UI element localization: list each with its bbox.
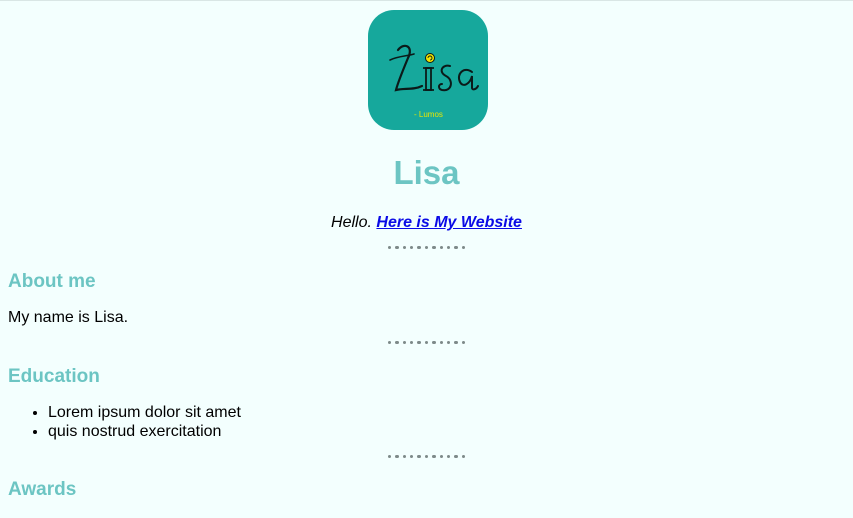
page-title: Lisa	[393, 154, 460, 191]
dotted-divider	[0, 455, 853, 461]
about-heading: About me	[8, 271, 96, 292]
dotted-divider	[0, 341, 853, 347]
education-list: Lorem ipsum dolor sit amet quis nostrud …	[8, 403, 241, 441]
awards-heading: Awards	[8, 479, 77, 500]
education-heading: Education	[8, 366, 100, 387]
logo-subtext: - Lumos	[414, 110, 443, 119]
list-item: quis nostrud exercitation	[48, 422, 241, 441]
tagline-text: Hello.	[331, 214, 372, 231]
site-logo: - Lumos	[368, 10, 488, 130]
about-text: My name is Lisa.	[8, 309, 129, 326]
dotted-divider	[0, 246, 853, 252]
list-item: Lorem ipsum dolor sit amet	[48, 403, 241, 422]
website-link[interactable]: Here is My Website	[376, 214, 522, 231]
logo-graphic: - Lumos	[389, 44, 479, 119]
tagline: Hello. Here is My Website	[0, 212, 853, 234]
